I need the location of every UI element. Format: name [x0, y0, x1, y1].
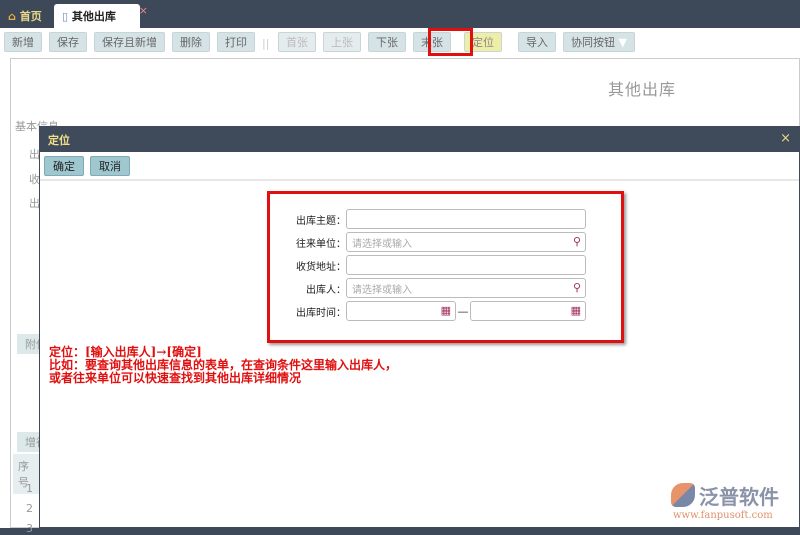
row-number: 2	[26, 502, 33, 515]
row-number: 1	[26, 482, 33, 495]
prev-button[interactable]: 上张	[323, 32, 361, 52]
page-title: 其他出库	[608, 80, 677, 99]
logo-name: 泛普软件	[699, 485, 779, 509]
search-icon[interactable]: ⚲	[573, 235, 581, 248]
address-input[interactable]	[346, 255, 586, 275]
cancel-button[interactable]: 取消	[90, 155, 130, 176]
field-label: 出库人：	[306, 284, 346, 296]
home-icon: ⌂	[8, 9, 16, 23]
subject-input[interactable]	[346, 209, 586, 229]
row-number: 3	[26, 522, 33, 535]
logo-url: www.fanpusoft.com	[673, 510, 773, 521]
new-button[interactable]: 新增	[4, 32, 42, 52]
dialog-title: 定位	[48, 133, 70, 147]
import-button[interactable]: 导入	[518, 32, 556, 52]
save-new-button[interactable]: 保存且新增	[94, 32, 165, 52]
field-label: 收货地址：	[296, 261, 346, 273]
field-label: 出库主题：	[296, 215, 346, 227]
dialog-header: 定位 ×	[40, 127, 799, 152]
close-icon[interactable]: ×	[780, 131, 791, 146]
tab-other-outbound[interactable]: ▯ 其他出库 ×	[54, 4, 148, 28]
field-label: 往来单位：	[296, 238, 346, 250]
logo-mark-icon	[671, 483, 695, 507]
locate-dialog: 定位 × 确定 取消 出库主题： 往来单位： 请选择或输入 ⚲ 收货地址： 出库人：请…	[39, 126, 800, 528]
calendar-icon[interactable]: ▦	[571, 304, 581, 317]
first-button[interactable]: 首张	[278, 32, 316, 52]
next-button[interactable]: 下张	[368, 32, 406, 52]
divider: ||	[262, 36, 270, 50]
collab-button[interactable]: 协同按钮 ▼	[563, 32, 635, 52]
fanpu-logo: 泛普软件 www.fanpusoft.com	[671, 481, 779, 521]
highlight-box	[428, 28, 473, 56]
close-tab-icon[interactable]: ×	[139, 4, 148, 17]
partner-input[interactable]: 请选择或输入 ⚲	[346, 232, 586, 252]
note-line: 或者往来单位可以快速查找到其他出库详细情况	[49, 371, 302, 385]
confirm-button[interactable]: 确定	[44, 155, 84, 176]
field-label: 出库时间：	[296, 307, 346, 319]
date-to-input[interactable]: ▦	[470, 301, 586, 321]
document-icon: ▯	[62, 9, 69, 23]
chevron-down-icon: ▼	[618, 35, 627, 49]
tab-home[interactable]: ⌂ 首页	[8, 4, 42, 28]
toolbar: 新增 保存 保存且新增 删除 打印 || 首张 上张 下张 末张 定位 导入 协…	[4, 32, 642, 54]
annotation-note: 定位：[输入出库人]→[确定] 比如：要查询其他出库信息的表单，在查询条件这里输…	[49, 346, 397, 385]
date-from-input[interactable]: ▦	[346, 301, 456, 321]
search-icon[interactable]: ⚲	[573, 281, 581, 294]
save-button[interactable]: 保存	[49, 32, 87, 52]
range-separator: —	[457, 304, 469, 318]
calendar-icon[interactable]: ▦	[441, 304, 451, 317]
print-button[interactable]: 打印	[217, 32, 255, 52]
placeholder: 请选择或输入	[352, 238, 412, 250]
outbound-person-input[interactable]: 请选择或输入 ⚲	[346, 278, 586, 298]
placeholder: 请选择或输入	[352, 284, 412, 296]
delete-button[interactable]: 删除	[172, 32, 210, 52]
